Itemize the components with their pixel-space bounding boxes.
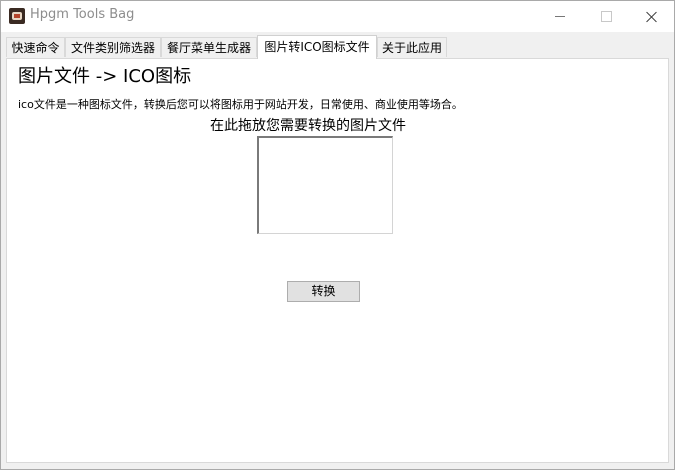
tab-quick-commands[interactable]: 快速命令: [6, 37, 65, 57]
maximize-icon: [600, 11, 612, 22]
maximize-button[interactable]: [583, 1, 629, 32]
tab-menu-generator[interactable]: 餐厅菜单生成器: [161, 37, 257, 57]
tab-label: 文件类别筛选器: [70, 41, 155, 55]
tab-image-to-ico[interactable]: 图片转ICO图标文件: [257, 35, 377, 59]
app-icon: [9, 8, 25, 24]
app-window: Hpgm Tools Bag 快速命令 文件类别筛选器 餐厅菜单生成器 图片转I…: [0, 0, 675, 470]
minimize-icon: [555, 16, 565, 17]
tab-label: 关于此应用: [381, 41, 442, 55]
title-bar[interactable]: Hpgm Tools Bag: [1, 1, 674, 32]
tab-file-filter[interactable]: 文件类别筛选器: [65, 37, 161, 57]
minimize-button[interactable]: [537, 1, 583, 32]
close-button[interactable]: [629, 1, 675, 32]
convert-button[interactable]: 转换: [287, 281, 360, 302]
tab-strip: 快速命令 文件类别筛选器 餐厅菜单生成器 图片转ICO图标文件 关于此应用: [6, 35, 671, 59]
close-icon: [646, 11, 658, 23]
tab-label: 餐厅菜单生成器: [166, 41, 251, 55]
tab-label: 快速命令: [11, 41, 60, 55]
tab-about[interactable]: 关于此应用: [377, 37, 447, 57]
window-title: Hpgm Tools Bag: [30, 7, 135, 22]
tab-label: 图片转ICO图标文件: [264, 40, 370, 54]
page-title: 图片文件 -> ICO图标: [18, 66, 192, 87]
image-drop-zone[interactable]: [257, 136, 393, 234]
tab-panel: 图片文件 -> ICO图标 ico文件是一种图标文件，转换后您可以将图标用于网站…: [6, 58, 669, 463]
description-text: ico文件是一种图标文件，转换后您可以将图标用于网站开发，日常使用、商业使用等场…: [18, 98, 463, 111]
drop-zone-label: 在此拖放您需要转换的图片文件: [210, 118, 406, 134]
